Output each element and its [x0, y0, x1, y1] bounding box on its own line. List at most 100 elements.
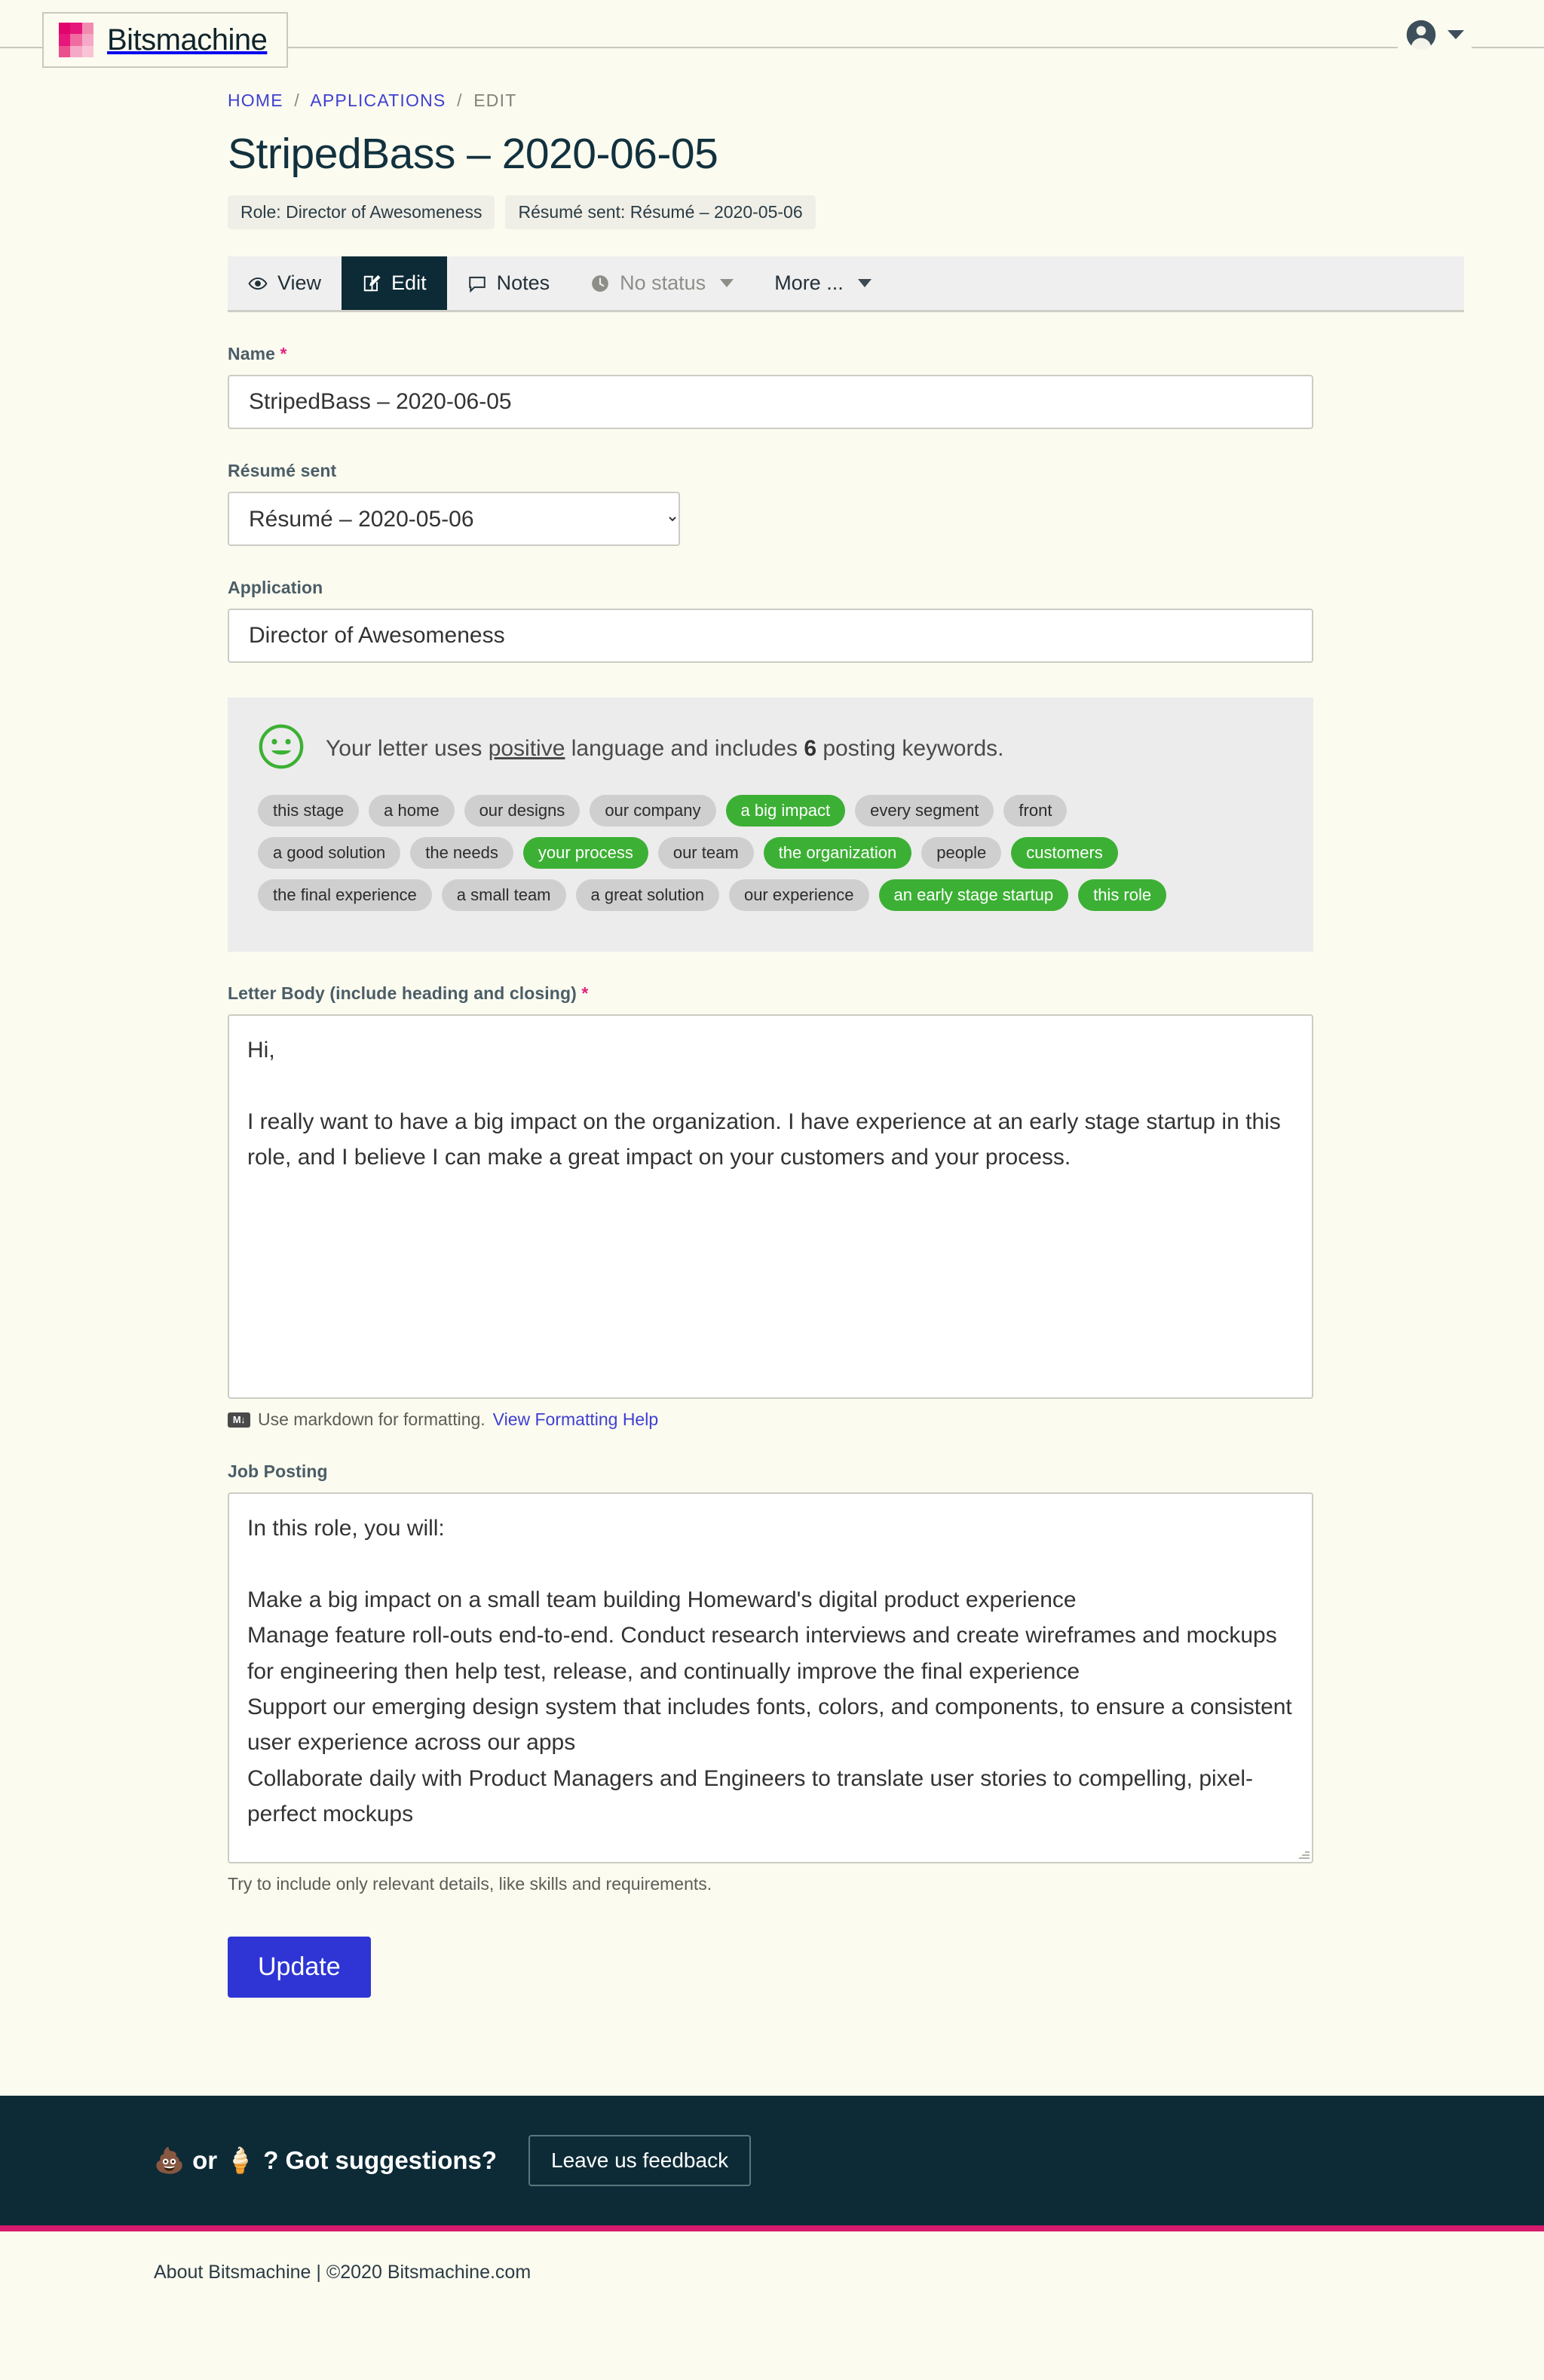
keyword-tag-matched: your process: [522, 837, 648, 869]
keyword-tag: this stage: [258, 795, 360, 827]
analysis-underlined-word: positive: [488, 735, 565, 761]
badge-role: Role: Director of Awesomeness: [228, 195, 495, 229]
formatting-help-link[interactable]: View Formatting Help: [493, 1409, 658, 1430]
tab-status[interactable]: No status: [570, 256, 754, 310]
page-bottom-spacer: [0, 1998, 1544, 2096]
keyword-tag-row: a good solution the needs your process our …: [258, 837, 1283, 869]
leave-feedback-button[interactable]: Leave us feedback: [528, 2135, 752, 2186]
keyword-tag: a home: [369, 795, 455, 827]
chevron-down-icon[interactable]: [1448, 30, 1464, 39]
keyword-tag-matched: the organization: [763, 837, 912, 869]
footer-about-bar: About Bitsmachine | ©2020 Bitsmachine.co…: [0, 2231, 1544, 2329]
keyword-tag: a great solution: [575, 879, 719, 911]
analysis-keyword-count: 6: [804, 735, 817, 761]
tab-bar: View Edit Notes No status More ...: [228, 256, 1464, 312]
keyword-tag-row: the final experience a small team a great …: [258, 879, 1283, 911]
field-name-label-text: Name: [228, 344, 276, 363]
keyword-tag: a small team: [441, 879, 566, 911]
footer-about-text: About Bitsmachine | ©2020 Bitsmachine.co…: [154, 2262, 532, 2283]
field-letter-body: Letter Body (include heading and closing…: [228, 983, 1464, 1430]
keyword-tag-matched: an early stage startup: [878, 879, 1069, 911]
keyword-tag-matched: customers: [1011, 837, 1118, 869]
breadcrumb-separator-2: /: [457, 90, 463, 110]
update-button[interactable]: Update: [228, 1937, 371, 1998]
keyword-tag: the final experience: [258, 879, 432, 911]
bitsmachine-logo-icon: [59, 23, 93, 57]
job-posting-wrapper: In this role, you will: Make a big impac…: [228, 1492, 1313, 1863]
clock-icon: [590, 274, 610, 293]
ice-cream-icon: 🍦: [225, 2145, 256, 2174]
application-input[interactable]: [228, 609, 1313, 663]
tab-view-label: View: [277, 271, 322, 294]
markdown-help-text: Use markdown for formatting.: [258, 1409, 486, 1429]
keyword-tag: the needs: [410, 837, 513, 869]
breadcrumb-applications[interactable]: APPLICATIONS: [310, 90, 446, 110]
eye-icon: [248, 274, 268, 293]
poop-icon: 💩: [154, 2145, 185, 2174]
pencil-square-icon: [362, 274, 381, 293]
tab-view[interactable]: View: [228, 256, 342, 310]
tab-more-label: More ...: [774, 271, 844, 294]
breadcrumb-home[interactable]: HOME: [228, 90, 283, 110]
breadcrumb-current: EDIT: [473, 90, 517, 110]
chevron-down-icon: [857, 279, 872, 287]
markdown-icon: M↓: [228, 1412, 250, 1428]
tab-edit-label: Edit: [391, 271, 427, 294]
keyword-tag: front: [1003, 795, 1068, 827]
tab-notes-label: Notes: [496, 271, 550, 294]
top-header: Bitsmachine: [0, 0, 1544, 72]
field-job-posting-label: Job Posting: [228, 1461, 328, 1481]
brand-name: Bitsmachine: [107, 23, 268, 57]
field-resume-sent-label: Résumé sent: [228, 461, 337, 480]
user-circle-icon[interactable]: [1405, 19, 1437, 51]
keyword-tag: a good solution: [258, 837, 401, 869]
field-application: Application: [228, 578, 1464, 663]
footer-slogan: 💩 or 🍦? Got suggestions?: [154, 2146, 497, 2176]
job-posting-hint: Try to include only relevant details, li…: [228, 1874, 712, 1894]
keyword-tag: our experience: [728, 879, 869, 911]
analysis-message: Your letter uses positive language and i…: [326, 736, 1003, 762]
keyword-tag: our designs: [464, 795, 581, 827]
chevron-down-icon: [720, 279, 734, 287]
keyword-tag-rows: this stage a home our designs our company a …: [258, 795, 1283, 911]
field-resume-sent: Résumé sent Résumé – 2020-05-06: [228, 461, 1464, 546]
required-marker: *: [581, 983, 589, 1003]
analysis-prefix: Your letter uses: [326, 735, 489, 761]
comment-icon: [467, 274, 487, 293]
keyword-tag-row: this stage a home our designs our company a …: [258, 795, 1283, 827]
brand-logo-link[interactable]: Bitsmachine: [42, 12, 289, 68]
keyword-tag: people: [921, 837, 1002, 869]
required-marker: *: [280, 344, 287, 363]
field-name: Name *: [228, 344, 1464, 429]
keyword-tag-matched: this role: [1078, 879, 1167, 911]
name-input[interactable]: [228, 375, 1313, 429]
badge-resume-sent: Résumé sent: Résumé – 2020-05-06: [505, 195, 816, 229]
analysis-middle: language and includes: [565, 735, 804, 761]
job-posting-textarea[interactable]: In this role, you will: Make a big impac…: [228, 1492, 1313, 1863]
tab-edit[interactable]: Edit: [342, 256, 447, 310]
smiley-face-icon: [258, 723, 305, 774]
keyword-tag: every segment: [855, 795, 994, 827]
footer-slogan-mid: or: [192, 2146, 218, 2174]
footer-feedback-bar: 💩 or 🍦? Got suggestions? Leave us feedba…: [0, 2096, 1544, 2231]
keyword-tag-matched: a big impact: [725, 795, 846, 827]
analysis-header: Your letter uses positive language and i…: [258, 723, 1283, 774]
tab-more[interactable]: More ...: [754, 256, 892, 310]
badge-list: Role: Director of Awesomeness Résumé sen…: [228, 195, 1464, 229]
keyword-tag: our company: [590, 795, 716, 827]
field-name-label: Name *: [228, 344, 1464, 364]
tab-notes[interactable]: Notes: [447, 256, 571, 310]
resume-sent-select[interactable]: Résumé – 2020-05-06: [228, 492, 680, 546]
field-letter-body-label: Letter Body (include heading and closing…: [228, 983, 1464, 1004]
letter-body-textarea[interactable]: Hi, I really want to have a big impact o…: [228, 1014, 1313, 1399]
tab-status-label: No status: [620, 271, 706, 294]
breadcrumb-separator-1: /: [294, 90, 300, 110]
field-letter-body-label-text: Letter Body (include heading and closing…: [228, 983, 577, 1003]
letter-analysis-panel: Your letter uses positive language and i…: [228, 698, 1313, 952]
footer-slogan-end: ? Got suggestions?: [263, 2146, 498, 2174]
analysis-suffix: posting keywords.: [816, 735, 1004, 761]
breadcrumb: HOME / APPLICATIONS / EDIT: [228, 90, 1464, 111]
field-job-posting: Job Posting In this role, you will: Make…: [228, 1461, 1464, 1894]
account-menu[interactable]: [1398, 19, 1472, 51]
page-title: StripedBass – 2020-06-05: [228, 130, 718, 178]
